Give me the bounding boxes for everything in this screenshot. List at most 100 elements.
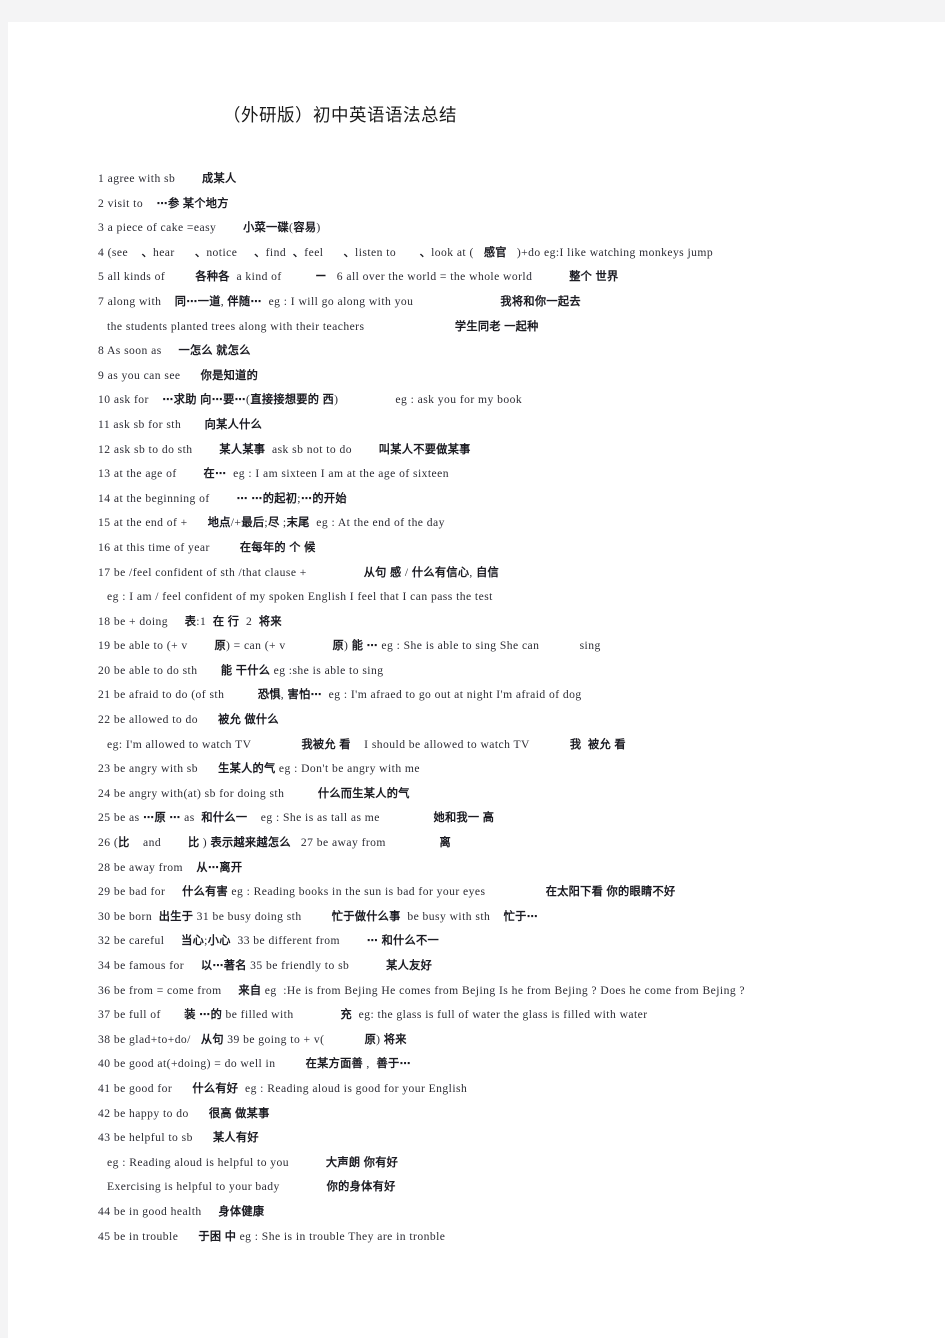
cjk-run: 某人某事 — [219, 442, 266, 456]
latin-run: ) eg : ask you for my book — [334, 393, 523, 407]
cjk-run: 从句 — [200, 1032, 224, 1046]
latin-run: 19 be able to (+ v — [98, 639, 215, 653]
latin-run: find — [265, 245, 293, 259]
text-line: 34 be famous for 以⋯著名 35 be friendly to … — [98, 954, 898, 979]
cjk-run: 感 — [390, 565, 402, 579]
latin-run: I should be allowed to watch TV — [350, 737, 570, 751]
latin-run: 9 as you can see — [98, 368, 201, 382]
latin-run: 7 along with — [98, 294, 175, 308]
cjk-run: 小心 — [207, 934, 231, 948]
latin-run: 10 ask for — [98, 393, 163, 407]
cjk-run: 我将和你一起去 — [500, 294, 581, 308]
latin-run: 32 be careful — [98, 934, 182, 948]
text-line: 43 be helpful to sb 某人有好 — [98, 1126, 898, 1151]
cjk-run: 在每年的 — [239, 540, 286, 554]
cjk-run: 将来 — [383, 1032, 407, 1046]
page-title: （外研版）初中英语语法总结 — [223, 105, 457, 125]
text-line: 21 be afraid to do (of sth 恐惧, 害怕⋯ eg : … — [98, 683, 898, 708]
cjk-run: 和什么一 — [201, 811, 248, 825]
cjk-run: 你的眼睛不好 — [606, 885, 676, 899]
latin-run: 15 at the end of + — [98, 516, 208, 530]
cjk-run: 个 — [289, 540, 301, 554]
latin-run: listen to — [355, 245, 420, 259]
cjk-run: 害怕⋯ — [287, 688, 322, 702]
cjk-run: 学生同老 — [454, 319, 501, 333]
cjk-run: 中 — [224, 1229, 237, 1243]
cjk-run: 候 — [304, 540, 316, 554]
text-line: 17 be /feel confident of sth /that claus… — [98, 561, 898, 586]
cjk-run: ⋯ — [169, 811, 181, 825]
latin-run: eg : She is able to sing She can sing — [378, 639, 601, 653]
latin-run: 21 be afraid to do (of sth — [98, 688, 258, 702]
text-line: 45 be in trouble 于困 中 eg : She is in tro… — [98, 1225, 898, 1250]
cjk-run: ⋯ — [236, 491, 248, 505]
latin-run: 12 ask sb to do sth — [98, 442, 220, 456]
text-line: 30 be born 出生于 31 be busy doing sth 忙于做什… — [98, 905, 898, 930]
latin-run: ) — [316, 221, 321, 235]
text-line: 13 at the age of 在⋯ eg : I am sixteen I … — [98, 462, 898, 487]
text-line: 18 be + doing 表:1 在 行 2 将来 — [98, 610, 898, 635]
latin-run: )+do eg:I like watching monkeys jump — [506, 245, 714, 259]
cjk-run: 容易 — [293, 221, 317, 235]
text-line: 19 be able to (+ v 原) = can (+ v 原) 能 ⋯ … — [98, 634, 898, 659]
cjk-run: 自信 — [476, 565, 500, 579]
cjk-run: 比 — [118, 836, 130, 850]
text-line: 4 (see 、hear 、notice 、find 、feel 、listen… — [98, 241, 898, 266]
text-line: 24 be angry with(at) sb for doing sth 什么… — [98, 782, 898, 807]
cjk-run: 你的身体有好 — [326, 1180, 396, 1194]
cjk-run: 来自 — [238, 983, 262, 997]
cjk-run: 很高 — [208, 1106, 232, 1120]
text-line: 2 visit to ⋯参 某个地方 — [98, 192, 898, 217]
text-line: 11 ask sb for sth 向某人什么 — [98, 413, 898, 438]
cjk-run: 充 — [340, 1008, 352, 1022]
text-line: 41 be good for 什么有好 eg : Reading aloud i… — [98, 1077, 898, 1102]
cjk-run: 在 — [212, 614, 225, 628]
text-line: 3 a piece of cake =easy 小菜一碟(容易) — [98, 216, 898, 241]
cjk-run: 就怎么 — [216, 344, 251, 358]
latin-run: the students planted trees along with th… — [107, 319, 455, 333]
latin-run: ; — [279, 516, 287, 530]
latin-run: be busy with sth — [400, 909, 504, 923]
cjk-run: 、 — [419, 245, 432, 259]
document-sheet: （外研版）初中英语语法总结 1 agree with sb 成某人 2 visit… — [8, 22, 945, 1338]
cjk-run: 世界 — [595, 270, 619, 284]
text-line: Exercising is helpful to your bady 你的身体有… — [98, 1175, 898, 1200]
cjk-run: 向某人什么 — [204, 417, 263, 431]
cjk-run: 能 — [220, 663, 233, 677]
cjk-run: 、 — [292, 245, 305, 259]
text-line: 38 be glad+to+do/ 从句 39 be going to + v(… — [98, 1028, 898, 1053]
cjk-run: ⋯ — [366, 934, 379, 948]
cjk-run: 忙于⋯ — [503, 909, 539, 923]
text-line: 10 ask for ⋯求助 向⋯要⋯(直接接想要的 西) eg : ask y… — [98, 388, 898, 413]
text-line: 29 be bad for 什么有害 eg : Reading books in… — [98, 880, 898, 905]
latin-run: , — [280, 688, 288, 702]
text-line: 12 ask sb to do sth 某人某事 ask sb not to d… — [98, 438, 898, 463]
cjk-run: 原 — [214, 639, 226, 653]
text-line: 9 as you can see 你是知道的 — [98, 364, 898, 389]
latin-run: as — [180, 811, 202, 825]
latin-run: ) — [376, 1032, 384, 1046]
cjk-run: 一起种 — [504, 319, 539, 333]
latin-run: eg: I'm allowed to watch TV — [107, 737, 302, 751]
cjk-run: 我 — [569, 737, 582, 751]
cjk-run: ⋯ — [366, 639, 379, 653]
text-line: the students planted trees along with th… — [98, 315, 898, 340]
cjk-run: 向⋯要⋯ — [200, 393, 247, 407]
latin-run: 38 be glad+to+do/ — [98, 1032, 201, 1046]
latin-run: eg: the glass is full of water the glass… — [351, 1008, 648, 1022]
text-line: 20 be able to do sth 能 干什么 eg :she is ab… — [98, 659, 898, 684]
latin-run: ask sb not to do — [265, 442, 379, 456]
text-line: 36 be from = come from 来自 eg :He is from… — [98, 979, 898, 1004]
cjk-run: ⋯原 — [142, 811, 166, 825]
latin-run: 28 be away from — [98, 860, 197, 874]
latin-run: 45 be in trouble — [98, 1229, 199, 1243]
latin-run: ) — [199, 836, 211, 850]
cjk-run: 你有好 — [363, 1155, 399, 1169]
latin-run: 24 be angry with(at) sb for doing sth — [98, 786, 318, 800]
latin-run: 3 a piece of cake =easy — [98, 221, 244, 235]
cjk-run: 你是知道的 — [200, 368, 259, 382]
text-line: 25 be as ⋯原 ⋯ as 和什么一 eg : She is as tal… — [98, 806, 898, 831]
cjk-run: 比 — [187, 836, 200, 850]
cjk-run: 某个地方 — [182, 196, 229, 210]
cjk-run: 离 — [439, 836, 451, 850]
